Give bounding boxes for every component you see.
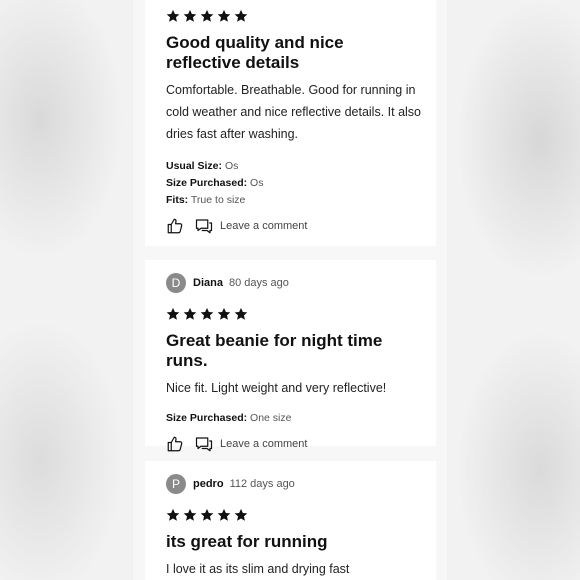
star-icon bbox=[166, 307, 180, 321]
review-body: Comfortable. Breathable. Good for runnin… bbox=[166, 83, 421, 141]
review-actions: Leave a comment bbox=[166, 434, 422, 454]
star-icon bbox=[183, 508, 197, 522]
star-icon bbox=[166, 508, 180, 522]
comment-icon[interactable] bbox=[195, 435, 213, 453]
thumbs-up-icon[interactable] bbox=[166, 217, 184, 235]
review-details: Usual Size: Os Size Purchased: Os Fits: … bbox=[166, 158, 422, 209]
review-date: 112 days ago bbox=[229, 478, 295, 490]
star-icon bbox=[200, 9, 214, 23]
star-icon bbox=[234, 508, 248, 522]
review-body: I love it as its slim and drying fast bbox=[166, 562, 350, 576]
star-icon bbox=[217, 508, 231, 522]
reviewer-info: D Diana 80 days ago bbox=[166, 272, 422, 294]
leave-comment-link[interactable]: Leave a comment bbox=[220, 220, 307, 232]
review-title: its great for running bbox=[166, 532, 328, 551]
star-icon bbox=[183, 307, 197, 321]
review-title: Good quality and nice reflective details bbox=[166, 33, 344, 72]
review-card: D Diana 80 days ago Great beanie for nig… bbox=[145, 260, 436, 452]
reviews-list: Good quality and nice reflective details… bbox=[133, 0, 447, 580]
detail-size-purchased: Size Purchased: Os bbox=[166, 177, 264, 189]
star-icon bbox=[183, 9, 197, 23]
detail-usual-size: Usual Size: Os bbox=[166, 160, 239, 172]
review-card: Good quality and nice reflective details… bbox=[145, 0, 436, 246]
review-body: Nice fit. Light weight and very reflecti… bbox=[166, 381, 387, 395]
reviewer-name: Diana bbox=[193, 277, 223, 289]
star-rating bbox=[166, 9, 422, 23]
star-icon bbox=[200, 307, 214, 321]
leave-comment-link[interactable]: Leave a comment bbox=[220, 438, 307, 450]
star-icon bbox=[217, 307, 231, 321]
avatar: P bbox=[166, 474, 186, 494]
avatar: D bbox=[166, 273, 186, 293]
reviewer-name: pedro bbox=[193, 478, 224, 490]
detail-size-purchased: Size Purchased: One size bbox=[166, 412, 292, 424]
review-actions: Leave a comment bbox=[166, 216, 422, 236]
thumbs-up-icon[interactable] bbox=[166, 435, 184, 453]
detail-fits: Fits: True to size bbox=[166, 194, 246, 206]
review-details: Size Purchased: One size bbox=[166, 410, 422, 427]
star-rating bbox=[166, 508, 422, 522]
comment-icon[interactable] bbox=[195, 217, 213, 235]
star-rating bbox=[166, 307, 422, 321]
review-card: P pedro 112 days ago its great for runni… bbox=[145, 461, 436, 580]
reviewer-info: P pedro 112 days ago bbox=[166, 473, 422, 495]
star-icon bbox=[234, 9, 248, 23]
star-icon bbox=[217, 9, 231, 23]
star-icon bbox=[200, 508, 214, 522]
star-icon bbox=[234, 307, 248, 321]
review-date: 80 days ago bbox=[228, 277, 289, 289]
review-title: Great beanie for night time runs. bbox=[166, 331, 383, 370]
star-icon bbox=[166, 9, 180, 23]
